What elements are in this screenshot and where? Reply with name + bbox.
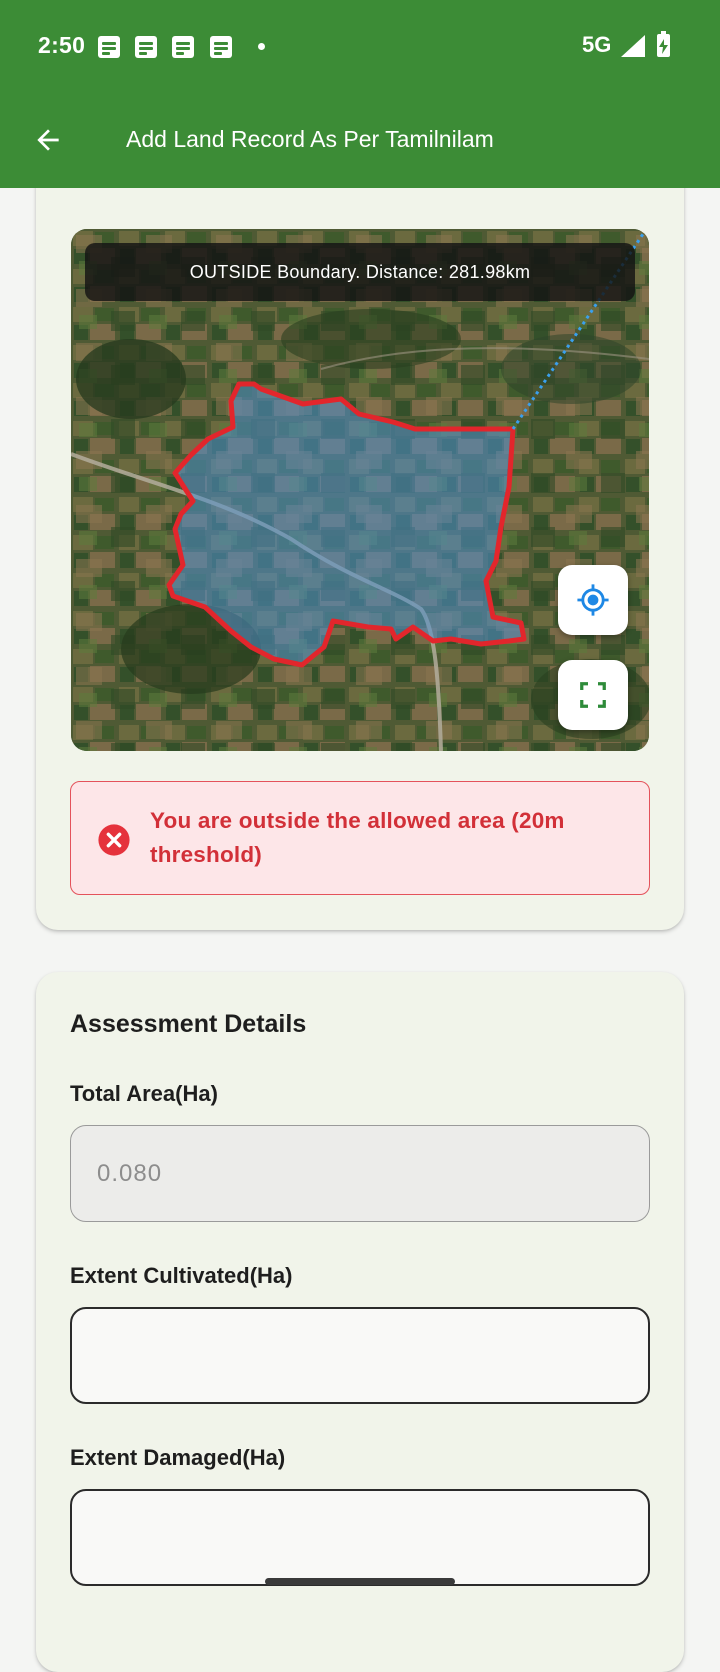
note-icon [98,36,120,58]
note-icon [172,36,194,58]
error-circle-icon [98,824,130,856]
my-location-button[interactable] [558,565,628,635]
status-time: 2:50 [38,32,86,58]
total-area-label: Total Area(Ha) [70,1081,218,1106]
outside-area-alert: You are outside the allowed area (20m th… [70,781,650,895]
section-title: Assessment Details [70,1010,307,1038]
more-notifications-dot [258,43,265,50]
fullscreen-icon [580,682,606,708]
network-type: 5G [582,32,612,57]
alert-message: You are outside the allowed area (20m th… [150,808,565,867]
note-icon [210,36,232,58]
app-bar: Add Land Record As Per Tamilnilam [0,92,720,188]
fullscreen-button[interactable] [558,660,628,730]
top-header: 2:50 5G Add Land Record As Per Tamilnila… [0,0,720,188]
arrow-back-icon [37,129,59,151]
signal-icon [621,35,645,57]
extent-damaged-input[interactable] [70,1489,650,1586]
extent-damaged-label: Extent Damaged(Ha) [70,1445,286,1470]
extent-cultivated-input[interactable] [70,1307,650,1404]
back-button[interactable] [22,116,74,164]
total-area-input[interactable] [70,1125,650,1222]
boundary-status-banner: OUTSIDE Boundary. Distance: 281.98km [85,243,635,301]
gesture-nav-bar[interactable] [265,1578,455,1585]
note-icon [135,36,157,58]
battery-charging-icon [657,31,670,57]
extent-cultivated-label: Extent Cultivated(Ha) [70,1263,293,1288]
page-title: Add Land Record As Per Tamilnilam [126,126,494,152]
status-bar: 2:50 5G [0,0,720,92]
my-location-icon [577,584,609,616]
satellite-map[interactable]: OUTSIDE Boundary. Distance: 281.98km [71,229,649,751]
